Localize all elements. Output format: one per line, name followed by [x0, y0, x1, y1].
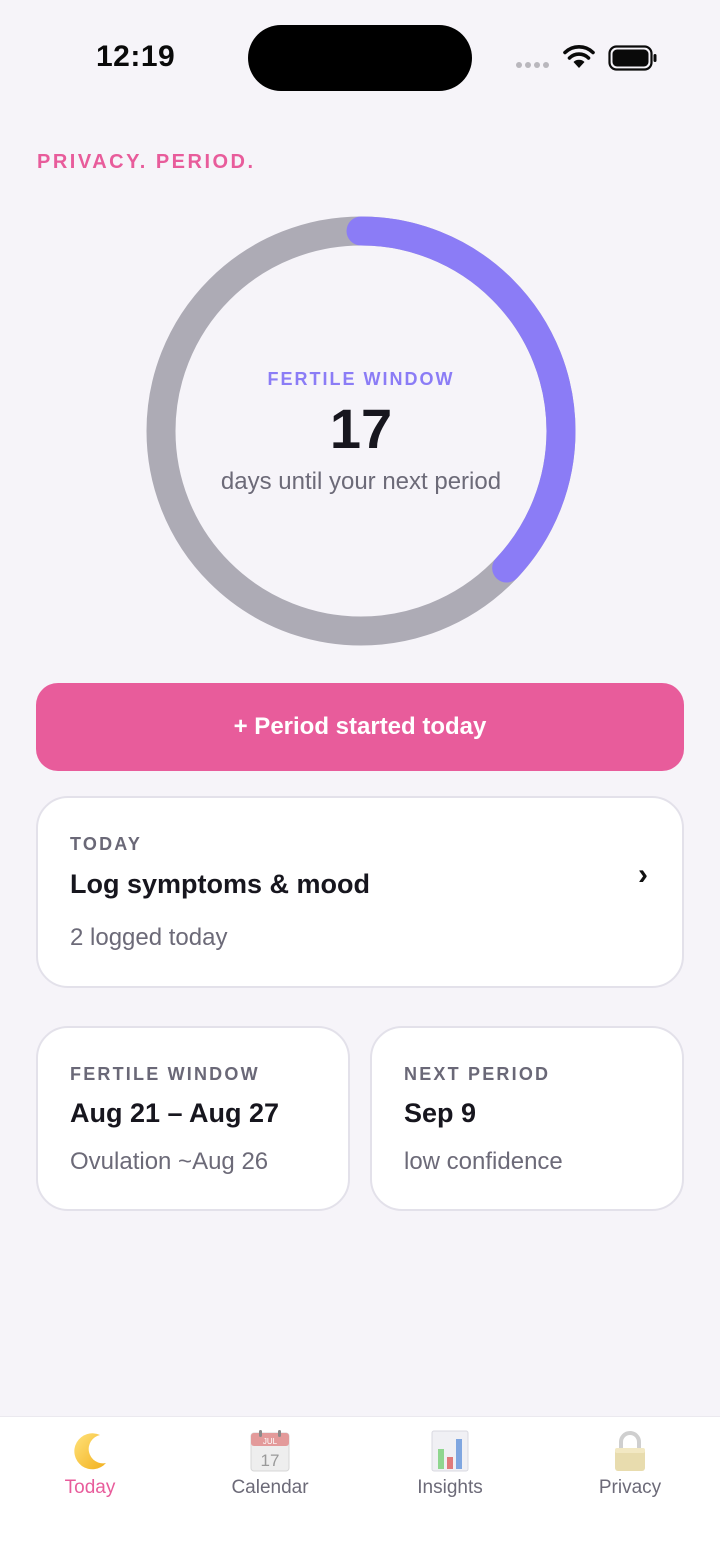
- next-period-card[interactable]: NEXT PERIOD Sep 9 low confidence: [370, 1026, 684, 1211]
- fertile-card-ovulation: Ovulation ~Aug 26: [70, 1148, 269, 1175]
- tab-privacy-label: Privacy: [598, 1477, 662, 1498]
- bar-chart-icon: [431, 1430, 469, 1472]
- log-card-subtitle: 2 logged today: [70, 924, 228, 951]
- tab-calendar[interactable]: JUL 17 Calendar: [180, 1417, 360, 1517]
- wifi-icon: [563, 45, 595, 68]
- tab-today[interactable]: Today: [0, 1417, 180, 1517]
- dynamic-island: [248, 25, 472, 91]
- next-period-eyebrow: NEXT PERIOD: [404, 1064, 551, 1084]
- tab-insights-label: Insights: [417, 1477, 483, 1498]
- cycle-phase-label: FERTILE WINDOW: [267, 369, 455, 389]
- tab-bar: Today JUL 17 Calendar Insights Privacy: [0, 1416, 720, 1564]
- log-card-eyebrow: TODAY: [70, 834, 143, 854]
- crescent-moon-icon: [74, 1433, 106, 1470]
- calendar-icon-day: 17: [261, 1451, 280, 1470]
- chevron-right-icon: ›: [638, 858, 648, 891]
- tab-privacy[interactable]: Privacy: [540, 1417, 720, 1517]
- cycle-ring: FERTILE WINDOW 17 days until your next p…: [146, 216, 576, 646]
- fertile-window-card[interactable]: FERTILE WINDOW Aug 21 – Aug 27 Ovulation…: [36, 1026, 350, 1211]
- tab-insights[interactable]: Insights: [360, 1417, 540, 1517]
- calendar-icon-month: JUL: [263, 1437, 278, 1446]
- period-started-button[interactable]: + Period started today: [36, 683, 684, 771]
- tab-today-label: Today: [64, 1477, 116, 1498]
- calendar-icon: JUL 17: [250, 1430, 290, 1472]
- next-period-date: Sep 9: [404, 1098, 477, 1128]
- status-bar: 12:19: [0, 0, 720, 120]
- fertile-card-eyebrow: FERTILE WINDOW: [70, 1064, 260, 1084]
- fertile-card-dates: Aug 21 – Aug 27: [70, 1098, 280, 1128]
- brand-tagline: PRIVACY. PERIOD.: [37, 151, 256, 173]
- next-period-confidence: low confidence: [404, 1148, 563, 1175]
- status-time: 12:19: [96, 40, 176, 73]
- days-until-caption: days until your next period: [220, 468, 502, 495]
- log-symptoms-card[interactable]: TODAY Log symptoms & mood 2 logged today…: [36, 796, 684, 988]
- cellular-signal-icon: [516, 62, 549, 68]
- padlock-icon: [615, 1431, 645, 1471]
- battery-icon: [608, 45, 657, 71]
- days-until-count: 17: [329, 397, 393, 460]
- tab-calendar-label: Calendar: [231, 1477, 309, 1498]
- log-card-title: Log symptoms & mood: [70, 869, 371, 899]
